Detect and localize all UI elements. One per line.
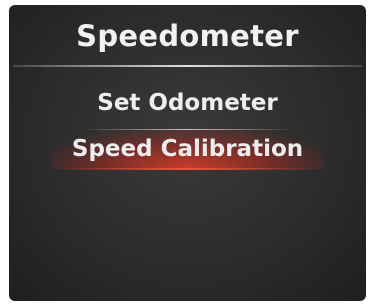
device-frame: Speedometer Set Odometer Speed Calibrati… (0, 0, 372, 306)
display-screen: Speedometer Set Odometer Speed Calibrati… (9, 5, 366, 301)
menu-item-set-odometer[interactable]: Set Odometer (9, 90, 366, 116)
screen-title: Speedometer (76, 19, 299, 53)
menu-item-speed-calibration[interactable]: Speed Calibration (9, 129, 366, 169)
title-divider (13, 65, 362, 67)
